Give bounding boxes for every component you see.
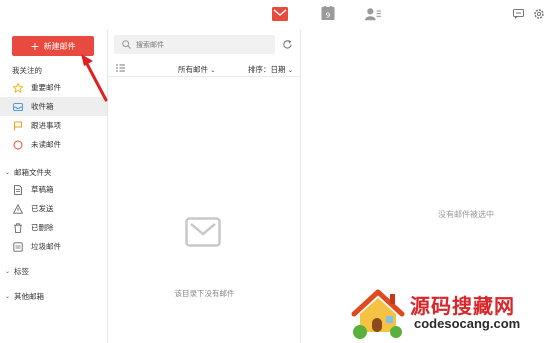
- top-bar: 9: [0, 0, 550, 30]
- sidebar-item-followup[interactable]: 跟进事项: [0, 116, 107, 135]
- sidebar-item-deleted[interactable]: 已删除: [0, 218, 107, 237]
- plus-icon: +: [30, 39, 40, 53]
- chevron-down-icon: ⌄: [210, 67, 216, 74]
- calendar-icon[interactable]: 9: [320, 6, 336, 20]
- other-mailboxes-toggle[interactable]: ⌄ 其他邮箱: [5, 291, 44, 302]
- followed-section-title: 我关注的: [12, 66, 42, 75]
- list-toolbar: 所有邮件 ⌄ 排序：日期 ⌄: [108, 60, 301, 77]
- sort-label: 排序：日期: [248, 65, 286, 74]
- circle-icon: [13, 140, 23, 149]
- gear-icon[interactable]: [533, 8, 545, 20]
- calendar-day: 9: [326, 11, 331, 20]
- sidebar-item-label: 重要邮件: [31, 83, 61, 92]
- chevron-down-icon: ⌄: [5, 293, 11, 300]
- list-view-icon[interactable]: [116, 64, 125, 72]
- folders-group-toggle[interactable]: ⌄ 邮箱文件夹: [5, 167, 52, 178]
- no-selection-message: 没有邮件被选中: [438, 210, 494, 219]
- star-icon: [13, 82, 23, 93]
- trash-icon: [14, 222, 22, 233]
- watermark: 源码搜藏网 codesocang.com: [348, 286, 550, 343]
- search-input[interactable]: [136, 40, 266, 49]
- search-box[interactable]: [114, 35, 275, 54]
- empty-mailbox-icon: [185, 217, 221, 247]
- sidebar-item-label: 跟进事项: [31, 121, 61, 130]
- compose-label: 新建邮件: [43, 41, 76, 51]
- contacts-icon[interactable]: [365, 7, 381, 21]
- sidebar-item-label: 收件箱: [31, 102, 54, 111]
- sidebar-item-label: 已删除: [31, 223, 54, 232]
- sidebar-item-spam[interactable]: 垃圾邮件: [0, 237, 107, 256]
- tags-group-label: 标签: [14, 267, 30, 276]
- refresh-icon[interactable]: [282, 39, 293, 50]
- chevron-down-icon: ⌄: [5, 169, 11, 176]
- sidebar-item-drafts[interactable]: 草稿箱: [0, 180, 107, 199]
- mail-icon[interactable]: [272, 7, 288, 21]
- sidebar-item-label: 草稿箱: [31, 185, 54, 194]
- chevron-down-icon: ⌄: [287, 67, 293, 74]
- sidebar-item-label: 垃圾邮件: [31, 242, 61, 251]
- inbox-icon: [13, 102, 23, 111]
- filter-label: 所有邮件: [178, 65, 208, 74]
- chat-icon[interactable]: [513, 9, 524, 19]
- folders-group-label: 邮箱文件夹: [14, 168, 52, 177]
- sort-dropdown[interactable]: 排序：日期 ⌄: [248, 64, 293, 75]
- watermark-url: codesocang.com: [414, 316, 521, 331]
- sidebar-item-unread[interactable]: 未读邮件: [0, 135, 107, 154]
- spam-icon: [13, 241, 23, 252]
- tags-group-toggle[interactable]: ⌄ 标签: [5, 266, 29, 277]
- sidebar-item-sent[interactable]: 已发送: [0, 199, 107, 218]
- sidebar-item-label: 未读邮件: [31, 140, 61, 149]
- sent-icon: [13, 203, 23, 214]
- house-logo-icon: [351, 289, 405, 339]
- empty-list-message: 该目录下没有邮件: [174, 289, 235, 298]
- filter-dropdown[interactable]: 所有邮件 ⌄: [178, 64, 215, 75]
- flag-icon: [14, 121, 22, 130]
- search-icon: [122, 40, 131, 49]
- other-mailboxes-label: 其他邮箱: [14, 292, 45, 301]
- message-list-pane: 所有邮件 ⌄ 排序：日期 ⌄ 该目录下没有邮件: [108, 30, 301, 343]
- chevron-down-icon: ⌄: [5, 268, 11, 275]
- draft-icon: [14, 184, 22, 195]
- sidebar-item-label: 已发送: [31, 204, 54, 213]
- watermark-title: 源码搜藏网: [410, 294, 515, 318]
